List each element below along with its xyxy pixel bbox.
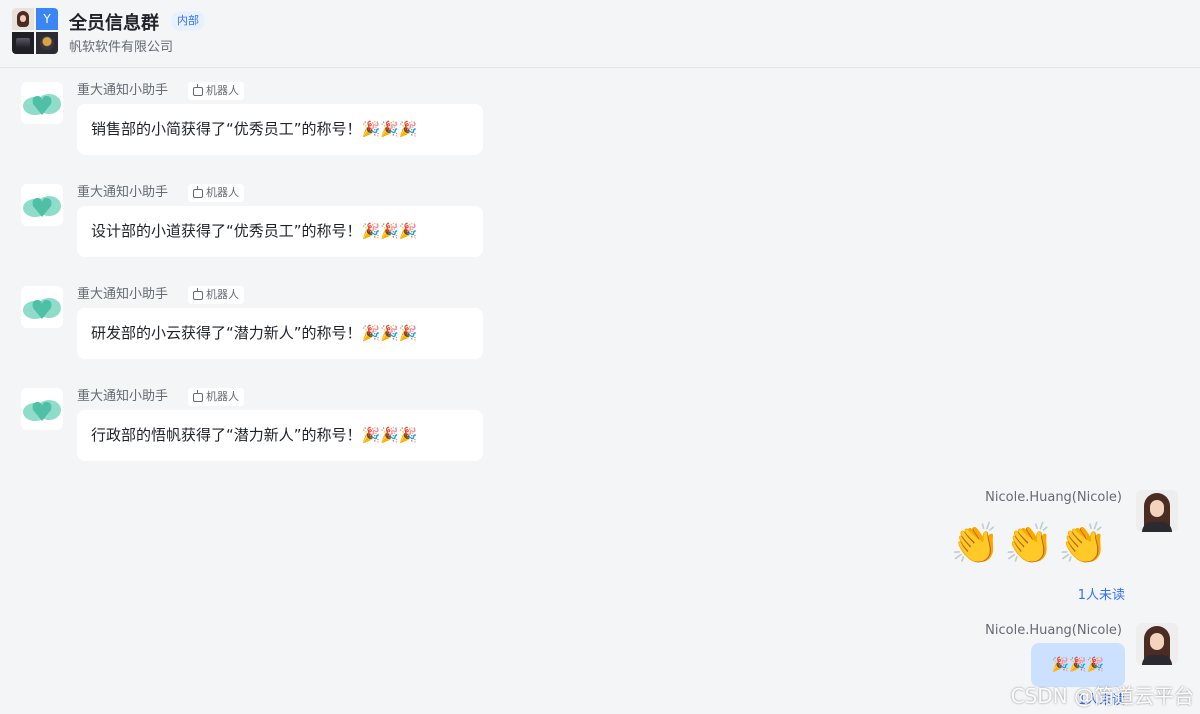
bot-avatar[interactable] (21, 184, 63, 226)
cloud-heart-icon (23, 400, 61, 421)
robot-icon (193, 389, 203, 402)
bot-badge-label: 机器人 (206, 186, 239, 199)
sender-name[interactable]: 重大通知小助手 (77, 184, 168, 202)
own-message-item: Nicole.Huang(Nicole) 👏👏👏 1人未读 (900, 490, 1200, 610)
message-bubble[interactable]: 销售部的小简获得了“优秀员工”的称号！🎉🎉🎉 (77, 104, 483, 155)
bot-badge: 机器人 (188, 286, 244, 304)
member-avatar-4 (36, 32, 58, 54)
sender-name[interactable]: 重大通知小助手 (77, 388, 168, 406)
group-avatar[interactable]: Y (12, 8, 58, 54)
bot-badge-label: 机器人 (206, 390, 239, 403)
message-bubble[interactable]: 研发部的小云获得了“潜力新人”的称号！🎉🎉🎉 (77, 308, 483, 359)
message-item: 重大通知小助手 机器人 设计部的小道获得了“优秀员工”的称号！🎉🎉🎉 (0, 184, 520, 264)
bot-avatar[interactable] (21, 388, 63, 430)
bot-badge: 机器人 (188, 82, 244, 100)
member-avatar-2: Y (36, 8, 58, 30)
member-avatar-3 (12, 32, 34, 54)
member-avatar-1 (12, 8, 34, 30)
cloud-heart-icon (23, 94, 61, 115)
robot-icon (193, 185, 203, 198)
bot-badge: 机器人 (188, 184, 244, 202)
sender-name[interactable]: 重大通知小助手 (77, 82, 168, 100)
bot-badge-label: 机器人 (206, 84, 239, 97)
cloud-heart-icon (23, 196, 61, 217)
company-name: 帆软软件有限公司 (69, 40, 174, 55)
bot-badge-label: 机器人 (206, 288, 239, 301)
message-bubble[interactable]: 行政部的悟帆获得了“潜力新人”的称号！🎉🎉🎉 (77, 410, 483, 461)
group-title[interactable]: 全员信息群 (69, 9, 159, 35)
sender-name[interactable]: 重大通知小助手 (77, 286, 168, 304)
clap-emoji-message[interactable]: 👏👏👏 (951, 520, 1112, 568)
own-sender-name[interactable]: Nicole.Huang(Nicole) (985, 623, 1122, 638)
message-item: 重大通知小助手 机器人 研发部的小云获得了“潜力新人”的称号！🎉🎉🎉 (0, 286, 520, 366)
bot-avatar[interactable] (21, 286, 63, 328)
own-sender-name[interactable]: Nicole.Huang(Nicole) (985, 490, 1122, 505)
own-avatar[interactable] (1136, 490, 1178, 532)
robot-icon (193, 83, 203, 96)
own-avatar[interactable] (1136, 623, 1178, 665)
read-status[interactable]: 1人未读 (1078, 584, 1125, 603)
bot-avatar[interactable] (21, 82, 63, 124)
cloud-heart-icon (23, 298, 61, 319)
robot-icon (193, 287, 203, 300)
message-item: 重大通知小助手 机器人 销售部的小简获得了“优秀员工”的称号！🎉🎉🎉 (0, 82, 520, 162)
message-bubble[interactable]: 设计部的小道获得了“优秀员工”的称号！🎉🎉🎉 (77, 206, 483, 257)
watermark: CSDN @简道云平台 (1010, 684, 1194, 708)
chat-header: Y 全员信息群 内部 帆软软件有限公司 (0, 0, 1200, 68)
internal-tag: 内部 (171, 11, 205, 31)
message-item: 重大通知小助手 机器人 行政部的悟帆获得了“潜力新人”的称号！🎉🎉🎉 (0, 388, 520, 468)
bot-badge: 机器人 (188, 388, 244, 406)
